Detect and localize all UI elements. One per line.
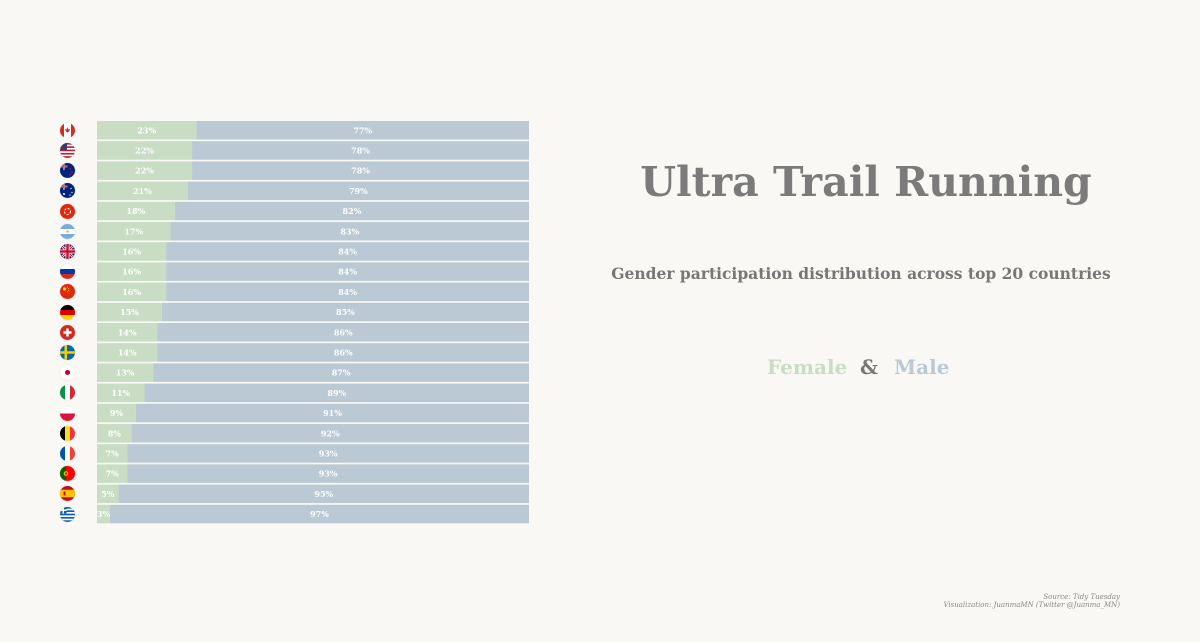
male-value-label: 86% [334, 327, 353, 337]
female-value-label: 16% [122, 246, 141, 256]
flag-ar-icon [60, 223, 75, 239]
female-value-label: 17% [124, 226, 143, 236]
flag-us-icon [60, 142, 75, 158]
flag-be-icon [60, 425, 75, 441]
flag-ch-icon [60, 324, 75, 340]
male-value-label: 82% [343, 206, 362, 216]
female-value-label: 14% [118, 327, 137, 337]
male-value-label: 77% [353, 125, 372, 135]
flag-fr-icon [60, 445, 75, 461]
male-value-label: 93% [319, 469, 338, 479]
female-value-label: 22% [135, 166, 154, 176]
credit-caption: Visualization: JuanmaMN (Twitter @Juanma… [943, 601, 1120, 609]
male-value-label: 85% [336, 307, 355, 317]
chart-title: Ultra Trail Running [640, 158, 1092, 206]
flag-hk-icon [60, 203, 75, 219]
male-value-label: 86% [334, 347, 353, 357]
male-value-label: 84% [338, 287, 357, 297]
male-value-label: 84% [338, 267, 357, 277]
flag-se-icon [60, 344, 75, 360]
male-value-label: 83% [340, 226, 359, 236]
flag-ca-icon [60, 122, 75, 138]
flag-de-icon [60, 304, 75, 320]
male-value-label: 78% [351, 145, 370, 155]
female-value-label: 16% [122, 267, 141, 277]
male-value-label: 84% [338, 246, 357, 256]
flag-gb-icon [60, 243, 75, 259]
female-value-label: 5% [101, 489, 115, 499]
male-value-label: 79% [349, 186, 368, 196]
female-value-label: 11% [111, 388, 130, 398]
female-value-label: 7% [106, 448, 120, 458]
male-value-label: 97% [310, 509, 329, 519]
female-value-label: 18% [127, 206, 146, 216]
male-value-label: 87% [332, 368, 351, 378]
female-value-label: 3% [97, 509, 111, 519]
chart-subtitle: Gender participation distribution across… [611, 264, 1111, 283]
female-value-label: 15% [120, 307, 139, 317]
female-value-label: 14% [118, 347, 137, 357]
male-value-label: 93% [319, 448, 338, 458]
source-caption: Source: Tidy Tuesday [1043, 593, 1120, 601]
male-value-label: 92% [321, 428, 340, 438]
female-value-label: 7% [106, 469, 120, 479]
male-value-label: 91% [323, 408, 342, 418]
female-value-label: 21% [133, 186, 152, 196]
male-value-label: 95% [314, 489, 333, 499]
female-value-label: 22% [135, 145, 154, 155]
male-value-label: 89% [327, 388, 346, 398]
legend-male: Male [894, 355, 950, 379]
female-value-label: 9% [110, 408, 124, 418]
legend-female: Female [767, 355, 848, 379]
flag-pl-icon [60, 405, 75, 421]
flag-gr-icon [60, 506, 75, 522]
stacked-bar-chart: 23% 77% 22% 78% 22% 78% 21% 79% 18% 82% 17% 83% 16% 8… [97, 121, 530, 524]
male-value-label: 78% [351, 166, 370, 176]
female-value-label: 8% [108, 428, 122, 438]
legend-ampersand: & [860, 355, 879, 379]
female-value-label: 16% [122, 287, 141, 297]
legend: Female & Male [600, 355, 1140, 385]
female-value-label: 13% [116, 368, 135, 378]
female-value-label: 23% [137, 125, 156, 135]
